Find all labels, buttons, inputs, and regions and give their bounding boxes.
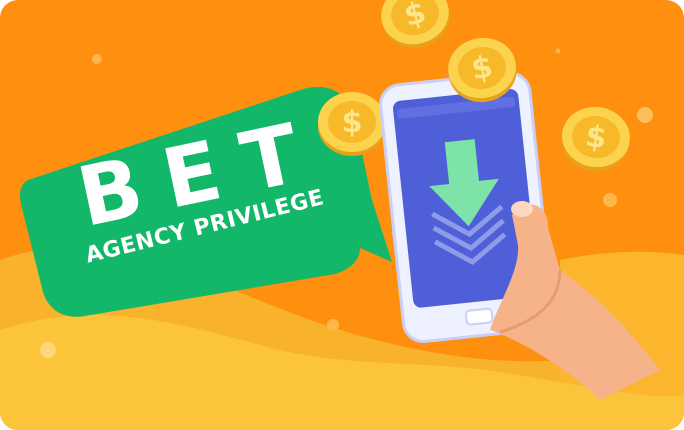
dollar-coin-icon <box>318 92 386 156</box>
dollar-coin-icon <box>557 102 634 176</box>
sparkle-dot <box>92 54 102 64</box>
home-button <box>464 307 494 326</box>
sparkle-dot <box>603 193 617 207</box>
sparkle-dot <box>637 107 653 123</box>
dollar-coin-icon <box>374 0 457 56</box>
sparkle-dot <box>327 319 339 331</box>
sparkle-dot <box>40 342 56 358</box>
sparkle-dot <box>555 48 561 54</box>
promo-banner: $ <box>0 0 684 430</box>
